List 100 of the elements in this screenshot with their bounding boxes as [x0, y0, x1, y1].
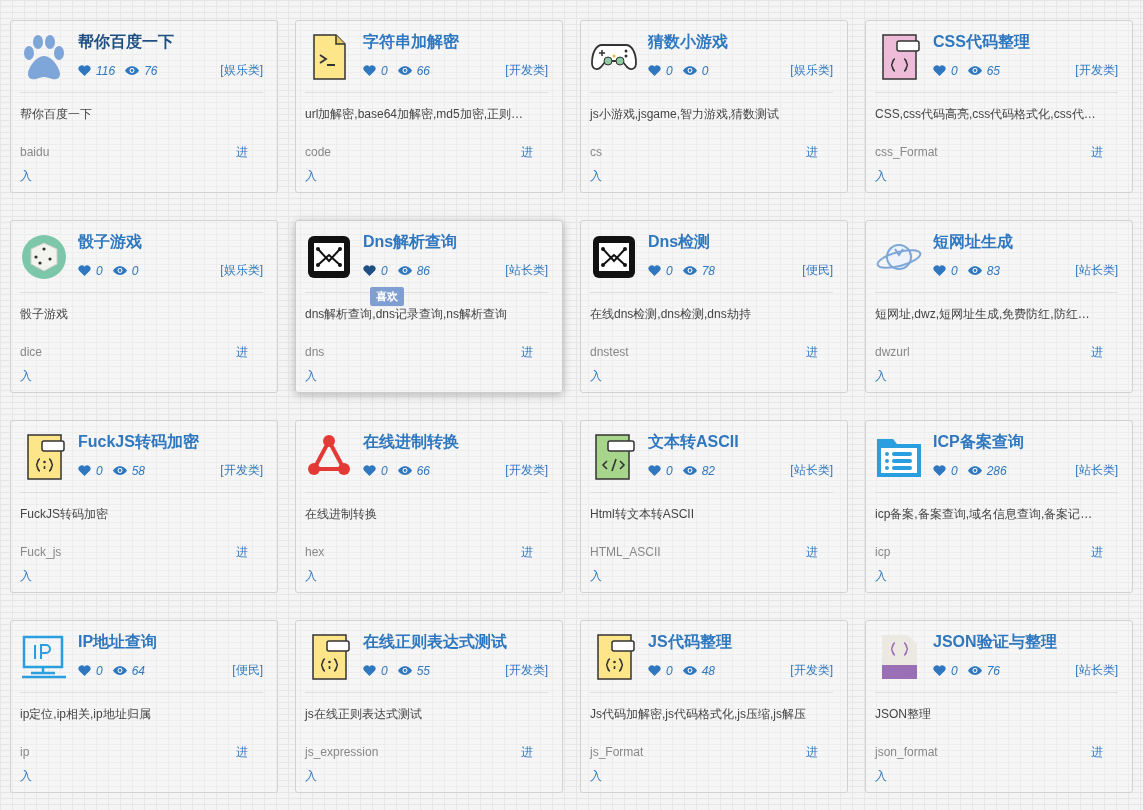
tool-title[interactable]: 在线正则表达式测试: [363, 632, 507, 653]
tool-title[interactable]: Dns解析查询: [363, 232, 458, 253]
category-link[interactable]: [站长类]: [1075, 262, 1118, 279]
eye-icon: [682, 466, 697, 475]
tool-title[interactable]: JSON验证与整理: [933, 632, 1057, 653]
tool-title[interactable]: 帮你百度一下: [78, 32, 174, 53]
tool-card[interactable]: 帮你百度一下 116 76 [娱乐类] 帮你百度一下 baidu 进 入: [10, 20, 278, 193]
enter-link[interactable]: 进: [1091, 540, 1103, 564]
enter-link[interactable]: 入: [875, 164, 887, 188]
tool-card[interactable]: IP地址查询 0 64 [便民] ip定位,ip相关,ip地址归属 ip 进 入: [10, 620, 278, 793]
enter-link[interactable]: 入: [20, 164, 32, 188]
tool-card[interactable]: 字符串加解密 0 66 [开发类] url加解密,base64加解密,md5加密,正则… code 进 入: [295, 20, 563, 193]
heart-icon[interactable]: [363, 465, 376, 476]
enter-link[interactable]: 进: [806, 740, 818, 764]
enter-link[interactable]: 入: [305, 164, 317, 188]
heart-icon[interactable]: [933, 265, 946, 276]
tool-card[interactable]: 在线进制转换 0 66 [开发类] 在线进制转换 hex 进 入: [295, 420, 563, 593]
tool-title[interactable]: ICP备案查询: [933, 432, 1024, 453]
heart-icon[interactable]: [933, 465, 946, 476]
tool-description: 短网址,dwz,短网址生成,免费防红,防红…: [875, 306, 1091, 323]
heart-icon[interactable]: [78, 65, 91, 76]
tool-card[interactable]: JS代码整理 0 48 [开发类] Js代码加解密,js代码格式化,js压缩,js解压 js_Format 进 入: [580, 620, 848, 793]
heart-icon[interactable]: [933, 665, 946, 676]
enter-link[interactable]: 进: [521, 340, 533, 364]
enter-link[interactable]: 入: [590, 364, 602, 388]
tool-card[interactable]: 文本转ASCII 0 82 [站长类] Html转文本转ASCII HTML_ASCII 进 入: [580, 420, 848, 593]
enter-link[interactable]: 入: [20, 564, 32, 588]
category-link[interactable]: [娱乐类]: [220, 62, 263, 79]
enter-link[interactable]: 入: [875, 564, 887, 588]
tool-title[interactable]: 猜数小游戏: [648, 32, 728, 53]
enter-link[interactable]: 进: [236, 140, 248, 164]
enter-link[interactable]: 进: [1091, 740, 1103, 764]
heart-icon[interactable]: [648, 265, 661, 276]
tool-title[interactable]: 文本转ASCII: [648, 432, 739, 453]
enter-link[interactable]: 进: [236, 540, 248, 564]
heart-icon[interactable]: [78, 465, 91, 476]
tool-card[interactable]: FuckJS转码加密 0 58 [开发类] FuckJS转码加密 Fuck_js 进 入: [10, 420, 278, 593]
enter-link[interactable]: 入: [875, 364, 887, 388]
tool-card[interactable]: ICP备案查询 0 286 [站长类] icp备案,备案查询,域名信息查询,备案记… icp 进 入: [865, 420, 1133, 593]
enter-link[interactable]: 进: [521, 740, 533, 764]
tool-title[interactable]: IP地址查询: [78, 632, 158, 653]
enter-link[interactable]: 入: [590, 564, 602, 588]
enter-link[interactable]: 入: [20, 764, 32, 788]
heart-icon[interactable]: [363, 665, 376, 676]
heart-icon[interactable]: [78, 265, 91, 276]
tool-card[interactable]: JSON验证与整理 0 76 [站长类] JSON整理 json_format 进 入: [865, 620, 1133, 793]
enter-link[interactable]: 入: [875, 764, 887, 788]
tool-card[interactable]: Dns检测 0 78 [便民] 在线dns检测,dns检测,dns劫持 dnstest 进 入: [580, 220, 848, 393]
tool-title[interactable]: 骰子游戏: [78, 232, 142, 253]
heart-icon[interactable]: [363, 65, 376, 76]
enter-link[interactable]: 入: [590, 164, 602, 188]
category-link[interactable]: [便民]: [232, 662, 263, 679]
enter-link[interactable]: 入: [20, 364, 32, 388]
enter-link[interactable]: 进: [521, 540, 533, 564]
enter-link[interactable]: 进: [806, 540, 818, 564]
category-link[interactable]: [开发类]: [220, 462, 263, 479]
tool-card[interactable]: 骰子游戏 0 0 [娱乐类] 骰子游戏 dice 进 入: [10, 220, 278, 393]
tool-card[interactable]: 在线正则表达式测试 0 55 [开发类] js在线正则表达式测试 js_expression 进 入: [295, 620, 563, 793]
heart-icon[interactable]: [648, 465, 661, 476]
enter-link[interactable]: 入: [305, 364, 317, 388]
tool-title[interactable]: JS代码整理: [648, 632, 732, 653]
view-count: 86: [416, 263, 431, 278]
enter-link[interactable]: 进: [806, 340, 818, 364]
enter-link[interactable]: 入: [305, 564, 317, 588]
tool-card[interactable]: 短网址生成 0 83 [站长类] 短网址,dwz,短网址生成,免费防红,防红… dwzurl 进 入: [865, 220, 1133, 393]
category-link[interactable]: [开发类]: [790, 662, 833, 679]
category-link[interactable]: [开发类]: [505, 462, 548, 479]
category-link[interactable]: [站长类]: [1075, 662, 1118, 679]
heart-icon[interactable]: [648, 665, 661, 676]
tool-title[interactable]: Dns检测: [648, 232, 711, 253]
view-count: 76: [986, 663, 1001, 678]
enter-link[interactable]: 入: [305, 764, 317, 788]
category-link[interactable]: [站长类]: [790, 462, 833, 479]
enter-link[interactable]: 进: [1091, 140, 1103, 164]
tool-title[interactable]: 字符串加解密: [363, 32, 459, 53]
tool-title[interactable]: CSS代码整理: [933, 32, 1030, 53]
category-link[interactable]: [开发类]: [505, 62, 548, 79]
heart-icon[interactable]: [648, 65, 661, 76]
category-link[interactable]: [站长类]: [1075, 462, 1118, 479]
enter-link[interactable]: 入: [590, 764, 602, 788]
tool-title[interactable]: 在线进制转换: [363, 432, 459, 453]
category-link[interactable]: [便民]: [802, 262, 833, 279]
heart-icon[interactable]: [363, 265, 376, 276]
enter-link[interactable]: 进: [521, 140, 533, 164]
enter-link[interactable]: 进: [806, 140, 818, 164]
category-link[interactable]: [站长类]: [505, 262, 548, 279]
enter-link[interactable]: 进: [236, 340, 248, 364]
tool-card[interactable]: 猜数小游戏 0 0 [娱乐类] js小游戏,jsgame,智力游戏,猜数测试 cs 进 入: [580, 20, 848, 193]
heart-icon[interactable]: [78, 665, 91, 676]
category-link[interactable]: [娱乐类]: [790, 62, 833, 79]
heart-icon[interactable]: [933, 65, 946, 76]
tool-title[interactable]: 短网址生成: [933, 232, 1013, 253]
tool-title[interactable]: FuckJS转码加密: [78, 432, 199, 453]
enter-link[interactable]: 进: [1091, 340, 1103, 364]
tool-card[interactable]: Dns解析查询 0 86 [站长类] dns解析查询,dns记录查询,ns解析查询 dns 进 入 喜欢: [295, 220, 563, 393]
category-link[interactable]: [开发类]: [1075, 62, 1118, 79]
enter-link[interactable]: 进: [236, 740, 248, 764]
category-link[interactable]: [娱乐类]: [220, 262, 263, 279]
category-link[interactable]: [开发类]: [505, 662, 548, 679]
tool-card[interactable]: CSS代码整理 0 65 [开发类] CSS,css代码高亮,css代码格式化,css代… css_Format 进 入: [865, 20, 1133, 193]
